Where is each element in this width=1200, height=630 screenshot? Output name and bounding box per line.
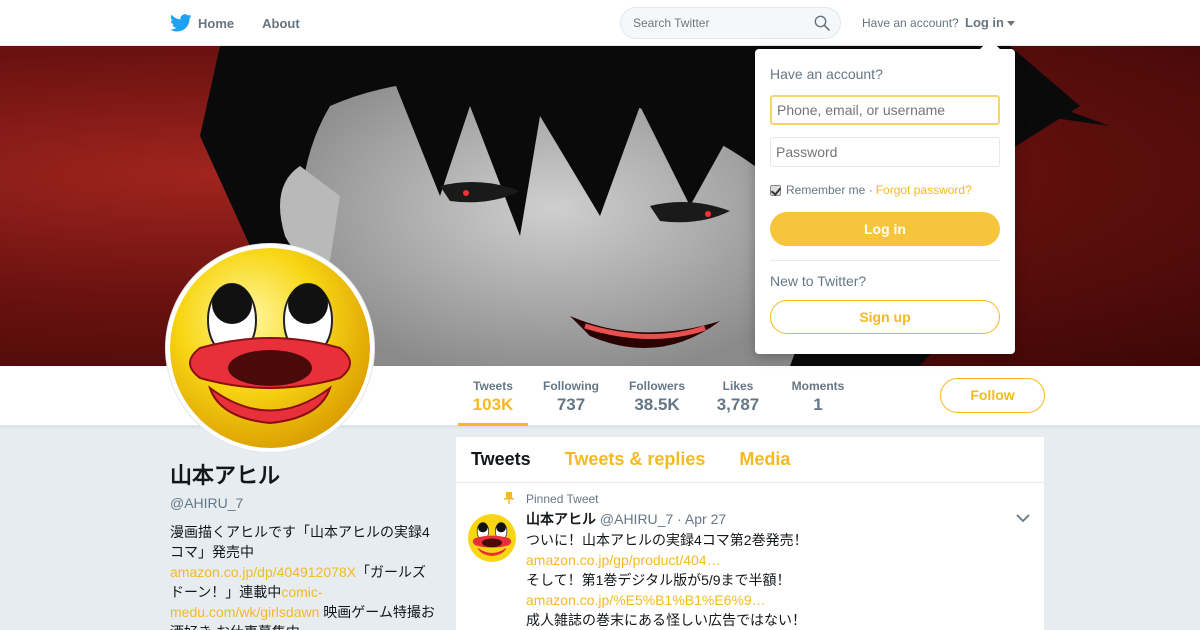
stat-label: Likes [722, 379, 754, 393]
nav-home-label: Home [198, 15, 235, 31]
tweet-line: ついに！山本アヒルの実録4コマ第2巻発売！ [526, 532, 808, 548]
stat-label: Tweets [473, 379, 513, 393]
twitter-bird-icon [170, 14, 192, 32]
login-submit-button[interactable]: Log in [770, 212, 1000, 246]
duck-face-avatar-image [468, 514, 516, 562]
stat-following[interactable]: Following 737 [538, 366, 604, 426]
bio-text: 漫画描くアヒルです「山本アヒルの実録4コマ」発売中 [170, 524, 430, 560]
tweet-text: ついに！山本アヒルの実録4コマ第2巻発売！ amazon.co.jp/gp/pr… [526, 530, 1029, 630]
login-dropdown-toggle[interactable]: Log in [965, 15, 1015, 30]
stat-moments[interactable]: Moments 1 [786, 366, 850, 426]
stat-value: 737 [556, 395, 586, 414]
tweet-link[interactable]: amazon.co.jp/gp/product/404… [526, 550, 1029, 570]
duck-face-avatar-image [170, 248, 370, 448]
tab-tweets-replies[interactable]: Tweets & replies [565, 449, 706, 470]
nav-about-label: About [262, 15, 300, 31]
tweet-avatar[interactable] [468, 514, 516, 562]
stat-tweets[interactable]: Tweets 103K [458, 366, 528, 426]
stat-likes[interactable]: Likes 3,787 [710, 366, 766, 426]
tweet-author-name[interactable]: 山本アヒル [526, 511, 596, 527]
stat-label: Moments [791, 379, 845, 393]
separator-dot: · [868, 183, 873, 197]
nav-home[interactable]: Home [170, 0, 262, 46]
login-dropdown-title: Have an account? [770, 66, 883, 82]
timeline: Tweets Tweets & replies Media Pinned Twe… [456, 437, 1044, 630]
nav-links: Home About [170, 0, 328, 46]
login-dropdown: Have an account? Remember me · Forgot pa… [755, 39, 1015, 354]
nav-about[interactable]: About [262, 0, 328, 46]
profile-sidebar: 山本アヒル @AHIRU_7 漫画描くアヒルです「山本アヒルの実録4コマ」発売中… [170, 458, 440, 630]
tweet-line: そして！第1巻デジタル版が5/9まで半額！ [526, 572, 791, 588]
stat-label: Followers [628, 379, 685, 393]
username-input[interactable] [770, 95, 1000, 125]
tweet-header: 山本アヒル @AHIRU_7 · Apr 27 [526, 509, 1029, 529]
search-input[interactable] [621, 8, 801, 38]
stat-label: Following [543, 379, 599, 393]
tweet-link[interactable]: amazon.co.jp/%E5%B1%B1%E6%9… [526, 590, 1029, 610]
tab-media[interactable]: Media [739, 449, 790, 470]
top-nav: Home About Have an account? Log in [0, 0, 1200, 46]
profile-display-name[interactable]: 山本アヒル [170, 458, 440, 490]
dropdown-divider [770, 260, 1000, 261]
password-input[interactable] [770, 137, 1000, 167]
signup-button[interactable]: Sign up [770, 300, 1000, 334]
forgot-password-link[interactable]: Forgot password? [876, 183, 972, 197]
pinned-text: Pinned Tweet [526, 492, 599, 506]
profile-screen-name[interactable]: @AHIRU_7 [170, 495, 440, 511]
login-toggle-label: Log in [965, 15, 1004, 30]
timeline-tabs: Tweets Tweets & replies Media [456, 437, 1044, 483]
remember-me-row: Remember me · Forgot password? [770, 183, 972, 197]
search-box[interactable] [620, 7, 841, 39]
pinned-tweet-label: Pinned Tweet [504, 492, 1029, 506]
have-account-text: Have an account? [862, 16, 959, 30]
profile-avatar[interactable] [166, 244, 374, 452]
stat-value: 103K [472, 395, 514, 414]
tweet-line: 成人雑誌の巻末にある怪しい広告ではない！ [526, 612, 806, 628]
bio-link-amazon[interactable]: amazon.co.jp/dp/404912078X [170, 564, 356, 580]
tweet-timestamp[interactable]: · Apr 27 [677, 511, 726, 527]
chevron-down-icon[interactable] [1016, 513, 1030, 523]
pin-icon [504, 492, 514, 504]
remember-me-label: Remember me [786, 183, 866, 197]
remember-me-checkbox[interactable] [770, 184, 781, 196]
tab-tweets[interactable]: Tweets [471, 449, 531, 470]
follow-button[interactable]: Follow [940, 378, 1045, 413]
stat-followers[interactable]: Followers 38.5K [624, 366, 690, 426]
caret-down-icon [1007, 21, 1015, 27]
tweet-author-handle[interactable]: @AHIRU_7 [600, 511, 673, 527]
tweet-item[interactable]: Pinned Tweet 山本アヒル @AHIRU_7 · Apr 27 ついに… [456, 483, 1044, 630]
search-icon[interactable] [814, 15, 830, 31]
new-to-twitter-text: New to Twitter? [770, 273, 867, 289]
stat-value: 1 [813, 395, 823, 414]
stat-value: 38.5K [634, 395, 680, 414]
profile-bio: 漫画描くアヒルです「山本アヒルの実録4コマ」発売中 amazon.co.jp/dp… [170, 522, 440, 630]
stat-value: 3,787 [716, 395, 760, 414]
